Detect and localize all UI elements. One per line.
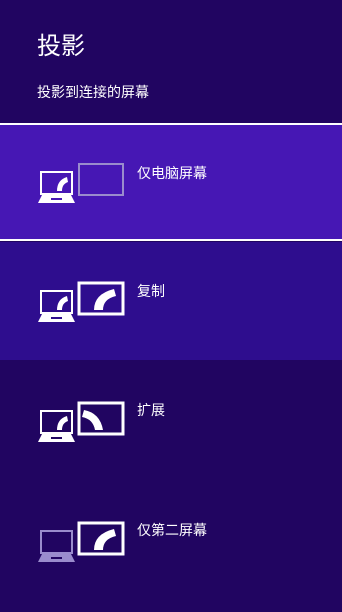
- second-screen-only-icon: [38, 521, 125, 562]
- pc-screen-only-icon: [38, 163, 124, 203]
- pane-title: 投影: [37, 32, 85, 60]
- option-label: 复制: [137, 284, 165, 300]
- option-duplicate[interactable]: 复制: [0, 242, 342, 360]
- extend-icon: [38, 401, 125, 442]
- pane-subtitle: 投影到连接的屏幕: [37, 85, 149, 101]
- option-label: 仅电脑屏幕: [137, 166, 207, 182]
- option-label: 扩展: [137, 403, 165, 419]
- option-label: 仅第二屏幕: [137, 523, 207, 539]
- option-extend[interactable]: 扩展: [0, 362, 342, 480]
- duplicate-icon: [38, 281, 125, 322]
- project-pane: 投影 投影到连接的屏幕 仅电脑屏幕 复制 扩展 仅第二屏幕: [0, 0, 342, 612]
- option-second-screen-only[interactable]: 仅第二屏幕: [0, 482, 342, 600]
- option-pc-screen-only[interactable]: 仅电脑屏幕: [0, 123, 342, 241]
